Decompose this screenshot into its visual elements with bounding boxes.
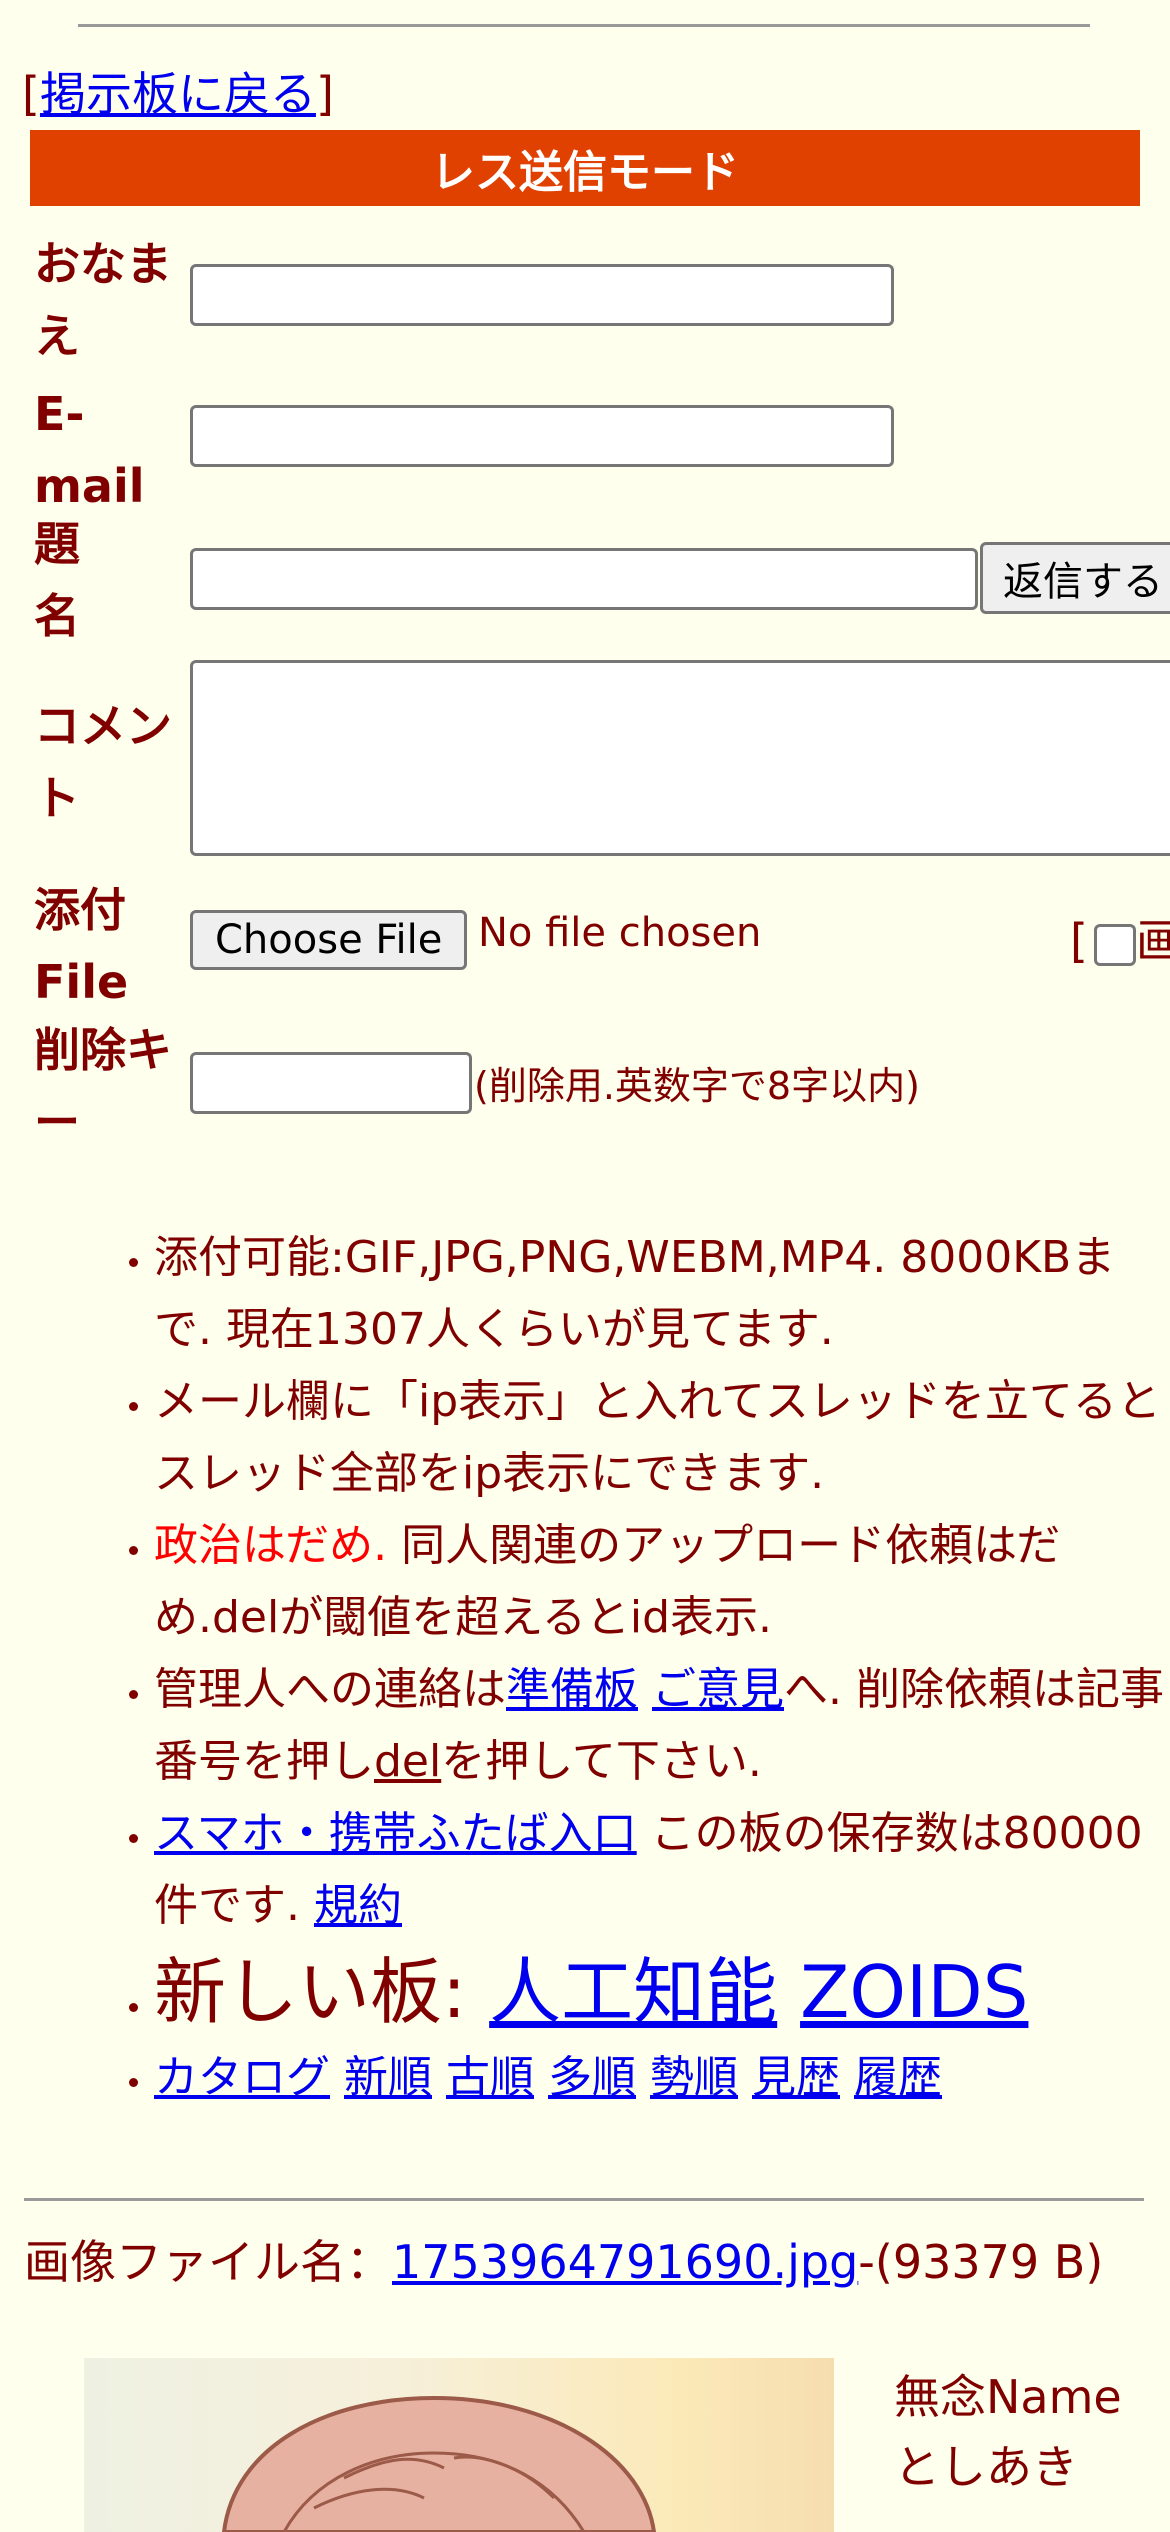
image-option-bracket: [ (1070, 914, 1088, 968)
catalog-link[interactable]: カタログ (154, 2052, 330, 2103)
delete-key-label: 削除キー (34, 1023, 172, 1149)
sort-newest-link[interactable]: 新順 (344, 2052, 432, 2103)
email-label: E-mail (34, 387, 145, 513)
subject-input[interactable] (190, 548, 978, 610)
thumbnail-illustration (221, 2395, 657, 2532)
delete-key-input[interactable] (190, 1052, 472, 1114)
notice-list: 添付可能:GIF,JPG,PNG,WEBM,MP4. 8000KBまで. 現在1… (0, 1222, 1170, 2114)
post-file-info: 画像ファイル名：1753964791690.jpg-(93379 B) (24, 2232, 1154, 2292)
post-file-link[interactable]: 1753964791690.jpg (392, 2235, 858, 2289)
file-status: No file chosen (478, 910, 762, 956)
note-ip-display: メール欄に「ip表示」と入れてスレッドを立てるとスレッド全部をip表示にできます… (154, 1366, 1170, 1510)
delete-key-hint: (削除用.英数字で8字以内) (474, 1064, 920, 1108)
post-file-label: 画像ファイル名： (24, 2235, 392, 2289)
post-divider (24, 2198, 1144, 2201)
feedback-link[interactable]: ご意見 (652, 1664, 784, 1715)
email-input[interactable] (190, 405, 894, 467)
new-boards-label: 新しい板: (154, 1950, 490, 2034)
note-rules: 政治はだめ. 同人関連のアップロード依頼はだめ.delが閾値を超えるとid表示. (154, 1510, 1170, 1654)
sort-oldest-link[interactable]: 古順 (446, 2052, 534, 2103)
note-ip-display-text: メール欄に「ip表示」と入れてスレッドを立てるとスレッド全部をip表示にできます… (154, 1376, 1161, 1499)
image-option-checkbox[interactable] (1093, 923, 1136, 966)
note-mobile: スマホ・携帯ふたば入口 この板の保存数は80000件です. 規約 (154, 1798, 1170, 1942)
file-label: 添付File (34, 883, 129, 1009)
del-word: del (374, 1736, 442, 1787)
zoids-board-link[interactable]: ZOIDS (800, 1950, 1028, 2034)
prep-board-link[interactable]: 準備板 (506, 1664, 638, 1715)
view-history-link[interactable]: 見歴 (752, 2052, 840, 2103)
note-politics-warning: 政治はだめ. (154, 1520, 388, 1571)
post-author: としあき (894, 2440, 1078, 2494)
subject-label: 題名 (34, 517, 80, 643)
note-contact: 管理人への連絡は準備板 ご意見へ. 削除依頼は記事番号を押しdelを押して下さい… (154, 1654, 1170, 1798)
ai-board-link[interactable]: 人工知能 (489, 1950, 777, 2034)
comment-textarea[interactable] (190, 660, 1170, 856)
terms-link[interactable]: 規約 (314, 1880, 402, 1931)
note-attachments-text: 添付可能:GIF,JPG,PNG,WEBM,MP4. 8000KBまで. 現在1… (154, 1232, 1116, 1355)
image-option: [画 (1070, 905, 1170, 971)
post-poster: 無念Name としあき (894, 2362, 1122, 2502)
note-contact-text: 管理人への連絡は (154, 1664, 506, 1715)
mobile-entrance-link[interactable]: スマホ・携帯ふたば入口 (154, 1808, 637, 1859)
post-file-size: -(93379 B) (858, 2235, 1104, 2289)
note-attachments: 添付可能:GIF,JPG,PNG,WEBM,MP4. 8000KBまで. 現在1… (154, 1222, 1170, 1366)
post-thumbnail[interactable] (84, 2358, 834, 2532)
top-divider (78, 24, 1090, 27)
note-sort-links: カタログ 新順 古順 多順 勢順 見歴 履歴 (154, 2042, 1170, 2114)
back-to-board-link[interactable]: 掲示板に戻る (40, 67, 316, 121)
choose-file-button[interactable]: Choose File (190, 910, 468, 970)
reply-mode-banner: レス送信モード (30, 130, 1140, 206)
bracket-open: [ (22, 67, 40, 121)
reply-submit-button[interactable]: 返信する (980, 542, 1170, 614)
sort-most-link[interactable]: 多順 (548, 2052, 636, 2103)
comment-label: コメント (34, 699, 172, 825)
post-name: 無念Name (894, 2370, 1122, 2424)
history-link[interactable]: 履歴 (854, 2052, 942, 2103)
note-new-boards: 新しい板: 人工知能 ZOIDS (154, 1942, 1170, 2042)
back-to-board: [掲示板に戻る] (22, 58, 334, 124)
name-label: おなまえ (34, 237, 172, 363)
note-contact-text-3: を押して下さい. (441, 1736, 762, 1787)
sort-momentum-link[interactable]: 勢順 (650, 2052, 738, 2103)
name-input[interactable] (190, 264, 894, 326)
bracket-close: ] (315, 67, 334, 121)
image-option-label: 画 (1135, 914, 1170, 968)
